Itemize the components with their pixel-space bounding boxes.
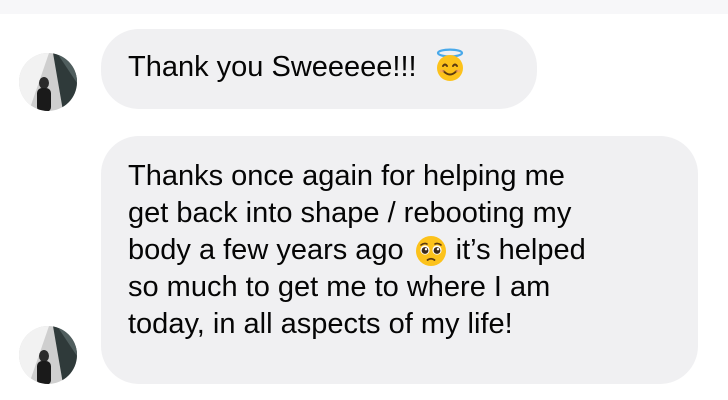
user-avatar-icon	[19, 326, 77, 384]
message-line: Thanks once again for helping me	[128, 160, 565, 192]
header-strip	[0, 0, 728, 14]
message-text: Thank you Sweeeee!!!	[128, 51, 417, 83]
message-line: body a few years ago it’s helped	[128, 232, 698, 269]
avatar[interactable]	[19, 53, 77, 111]
smiling-face-with-halo-icon	[436, 48, 463, 82]
avatar[interactable]	[19, 326, 77, 384]
message-line: so much to get me to where I am	[128, 271, 551, 303]
pleading-face-icon	[415, 236, 446, 267]
message-line: today, in all aspects of my life!	[128, 308, 513, 340]
message-line: get back into shape / rebooting my	[128, 197, 572, 229]
message-bubble[interactable]: Thanks once again for helping me get bac…	[101, 136, 698, 384]
user-avatar-icon	[19, 53, 77, 111]
message-text: body a few years ago	[128, 234, 404, 266]
message-bubble[interactable]: Thank you Sweeeee!!!	[101, 29, 537, 109]
message-text: it’s helped	[455, 234, 586, 266]
